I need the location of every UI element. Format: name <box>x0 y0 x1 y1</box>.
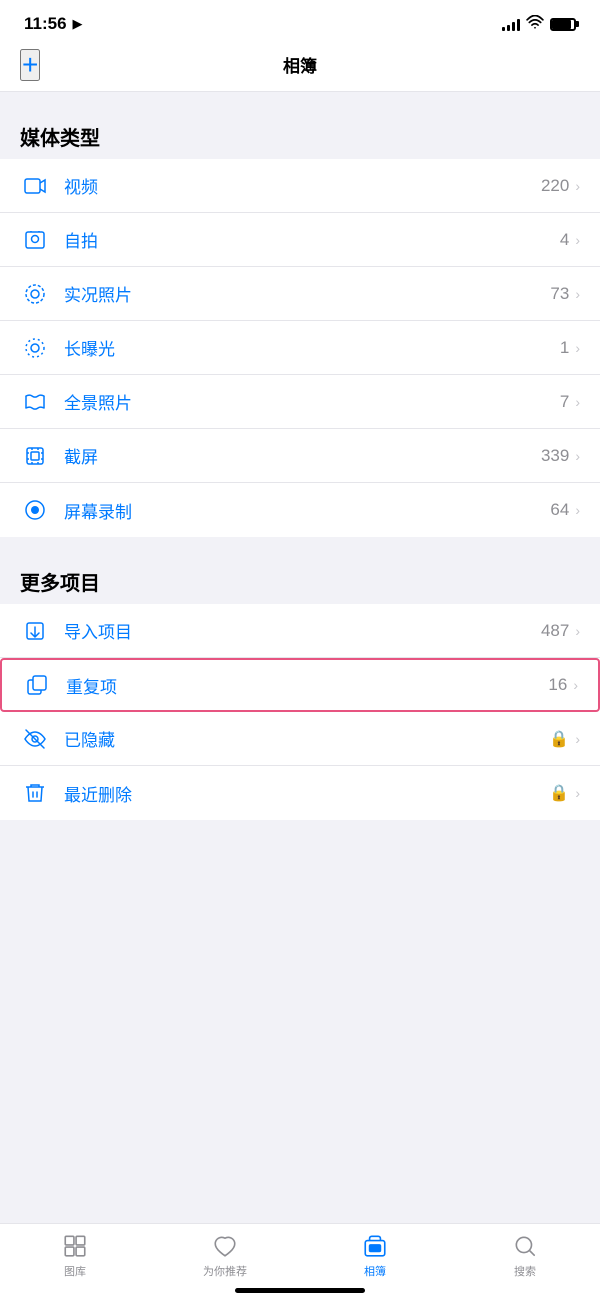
content-area: 媒体类型 视频 220 › 自拍 4 <box>0 122 600 910</box>
list-item-long-exposure[interactable]: 长曝光 1 › <box>0 321 600 375</box>
nav-header: + 相簿 <box>0 42 600 92</box>
tab-label-for-you: 为你推荐 <box>203 1263 247 1279</box>
item-label-long-exposure: 长曝光 <box>64 335 560 360</box>
item-label-duplicates: 重复项 <box>66 673 548 698</box>
chevron-icon-video: › <box>575 178 580 194</box>
item-count-screen-record: 64 <box>550 500 569 520</box>
wifi-icon <box>526 15 544 33</box>
chevron-icon-long-exposure: › <box>575 340 580 356</box>
item-right-duplicates: 16 › <box>548 675 578 695</box>
page-title: 相簿 <box>283 52 317 77</box>
chevron-icon-recently-deleted: › <box>575 785 580 801</box>
item-right-video: 220 › <box>541 176 580 196</box>
item-count-panorama: 7 <box>560 392 569 412</box>
status-bar: 11:56 ▶ <box>0 0 600 42</box>
screenshot-icon <box>20 444 50 468</box>
hidden-icon <box>20 727 50 751</box>
section-more-items: 更多项目 导入项目 487 › <box>0 567 600 820</box>
item-label-recently-deleted: 最近删除 <box>64 781 549 806</box>
item-right-import: 487 › <box>541 621 580 641</box>
list-item-selfie[interactable]: 自拍 4 › <box>0 213 600 267</box>
item-count-duplicates: 16 <box>548 675 567 695</box>
chevron-icon-screenshot: › <box>575 448 580 464</box>
list-item-live-photo[interactable]: 实况照片 73 › <box>0 267 600 321</box>
tab-library[interactable]: 图库 <box>0 1232 150 1279</box>
home-indicator <box>235 1288 365 1293</box>
section-header-more: 更多项目 <box>0 567 600 604</box>
section-media-types: 媒体类型 视频 220 › 自拍 4 <box>0 122 600 537</box>
item-label-selfie: 自拍 <box>64 227 560 252</box>
add-album-button[interactable]: + <box>20 49 40 81</box>
location-icon: ▶ <box>73 16 83 32</box>
list-item-recently-deleted[interactable]: 最近删除 🔒 › <box>0 766 600 820</box>
list-item-import[interactable]: 导入项目 487 › <box>0 604 600 658</box>
item-right-screenshot: 339 › <box>541 446 580 466</box>
chevron-icon-panorama: › <box>575 394 580 410</box>
item-count-screenshot: 339 <box>541 446 569 466</box>
list-item-hidden[interactable]: 已隐藏 🔒 › <box>0 712 600 766</box>
list-item-video[interactable]: 视频 220 › <box>0 159 600 213</box>
live-photo-icon <box>20 282 50 306</box>
tab-search[interactable]: 搜索 <box>450 1232 600 1279</box>
trash-icon <box>20 781 50 805</box>
for-you-tab-icon <box>211 1232 239 1260</box>
item-label-video: 视频 <box>64 173 541 198</box>
tab-for-you[interactable]: 为你推荐 <box>150 1232 300 1279</box>
item-label-hidden: 已隐藏 <box>64 726 549 751</box>
item-right-panorama: 7 › <box>560 392 580 412</box>
panorama-icon <box>20 390 50 414</box>
item-label-live-photo: 实况照片 <box>64 281 550 306</box>
more-items-list: 导入项目 487 › 重复项 16 › <box>0 604 600 820</box>
signal-icon <box>502 17 520 31</box>
list-item-screen-record[interactable]: 屏幕录制 64 › <box>0 483 600 537</box>
section-header-media: 媒体类型 <box>0 122 600 159</box>
search-tab-icon <box>511 1232 539 1260</box>
item-count-live-photo: 73 <box>550 284 569 304</box>
chevron-icon-hidden: › <box>575 731 580 747</box>
item-label-import: 导入项目 <box>64 618 541 643</box>
albums-tab-icon <box>361 1232 389 1260</box>
status-icons <box>502 15 576 33</box>
item-right-selfie: 4 › <box>560 230 580 250</box>
tab-label-albums: 相簿 <box>364 1263 386 1279</box>
lock-icon-deleted: 🔒 <box>549 783 569 803</box>
selfie-icon <box>20 228 50 252</box>
item-label-screenshot: 截屏 <box>64 443 541 468</box>
chevron-icon-screen-record: › <box>575 502 580 518</box>
chevron-icon-duplicates: › <box>573 677 578 693</box>
item-right-hidden: 🔒 › <box>549 729 580 749</box>
duplicates-icon <box>22 673 52 697</box>
item-count-selfie: 4 <box>560 230 569 250</box>
tab-label-search: 搜索 <box>514 1263 536 1279</box>
list-item-panorama[interactable]: 全景照片 7 › <box>0 375 600 429</box>
list-item-screenshot[interactable]: 截屏 339 › <box>0 429 600 483</box>
item-count-video: 220 <box>541 176 569 196</box>
video-icon <box>20 174 50 198</box>
library-tab-icon <box>61 1232 89 1260</box>
media-types-list: 视频 220 › 自拍 4 › <box>0 159 600 537</box>
item-right-recently-deleted: 🔒 › <box>549 783 580 803</box>
lock-icon-hidden: 🔒 <box>549 729 569 749</box>
item-right-long-exposure: 1 › <box>560 338 580 358</box>
item-right-live-photo: 73 › <box>550 284 580 304</box>
chevron-icon-import: › <box>575 623 580 639</box>
long-exposure-icon <box>20 336 50 360</box>
item-count-long-exposure: 1 <box>560 338 569 358</box>
import-icon <box>20 619 50 643</box>
item-label-screen-record: 屏幕录制 <box>64 498 550 523</box>
chevron-icon-selfie: › <box>575 232 580 248</box>
status-time: 11:56 <box>24 14 67 34</box>
tab-label-library: 图库 <box>64 1263 86 1279</box>
item-right-screen-record: 64 › <box>550 500 580 520</box>
list-item-duplicates[interactable]: 重复项 16 › <box>0 658 600 712</box>
item-label-panorama: 全景照片 <box>64 389 560 414</box>
battery-icon <box>550 18 576 31</box>
screen-record-icon <box>20 498 50 522</box>
item-count-import: 487 <box>541 621 569 641</box>
tab-albums[interactable]: 相簿 <box>300 1232 450 1279</box>
chevron-icon-live-photo: › <box>575 286 580 302</box>
